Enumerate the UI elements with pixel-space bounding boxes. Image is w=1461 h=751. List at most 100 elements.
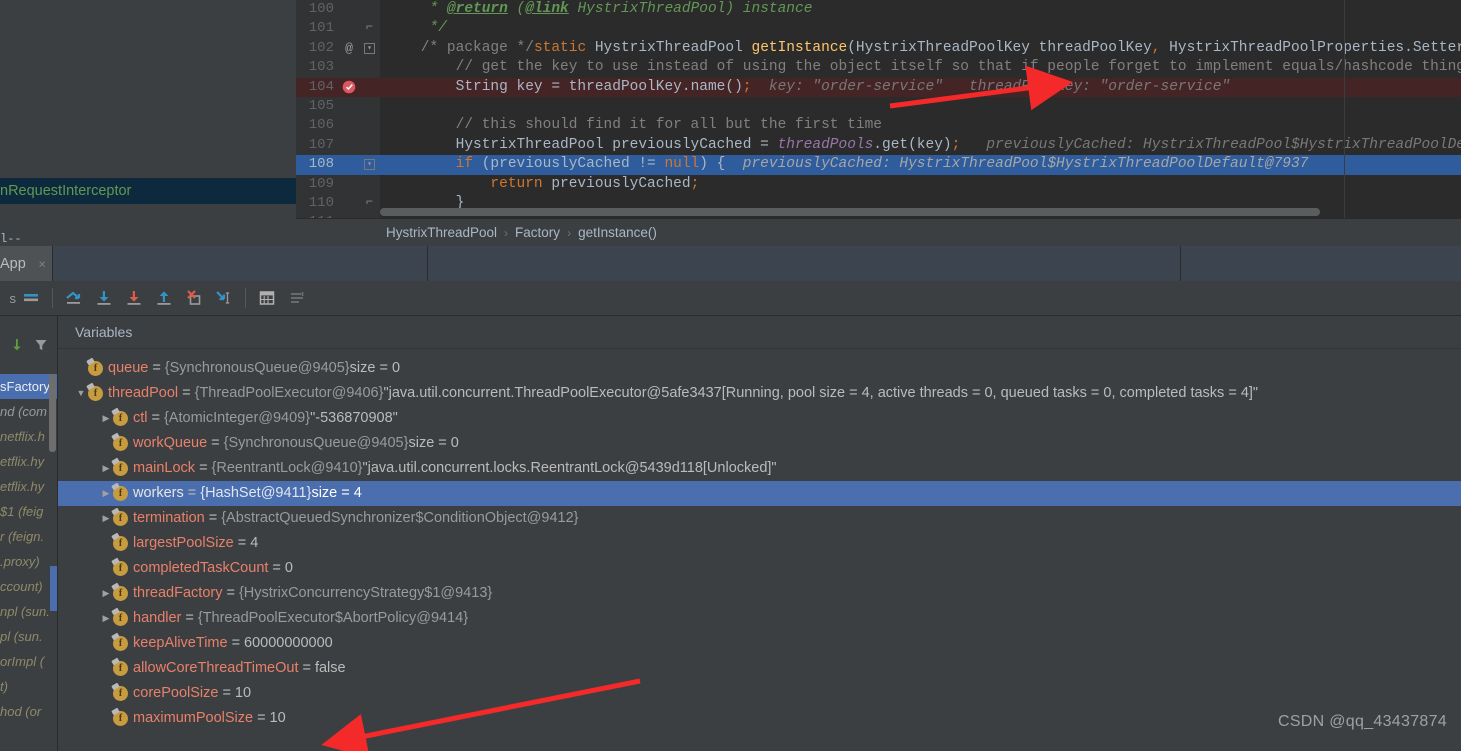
variable-row[interactable]: ▶ f mainLock = {ReentrantLock@9410} "java.ut… — [58, 456, 1461, 481]
frame-item[interactable]: .proxy) — [0, 549, 57, 574]
close-icon[interactable]: × — [38, 256, 46, 271]
frame-item[interactable]: npl (sun. — [0, 599, 57, 624]
variable-row[interactable]: ▶ f handler = {ThreadPoolExecutor$AbortPolic… — [58, 606, 1461, 631]
variable-row[interactable]: f keepAliveTime = 60000000000 — [58, 631, 1461, 656]
variable-row[interactable]: f completedTaskCount = 0 — [58, 556, 1461, 581]
field-icon: f — [88, 386, 103, 401]
variables-tree[interactable]: ▶fproperties={HystrixPropertiesThreadPoo… — [58, 349, 1461, 751]
variable-value: false — [314, 660, 346, 676]
fold-collapse-icon[interactable]: ▾ — [364, 159, 375, 171]
field-icon: f — [113, 411, 128, 426]
frame-item[interactable]: orImpl ( — [0, 649, 57, 674]
variable-type: {HystrixConcurrencyStrategy$1@9413} — [238, 585, 493, 601]
filter-icon[interactable] — [33, 337, 49, 353]
tab-app[interactable]: App × — [0, 246, 52, 281]
code-line[interactable]: 105 — [296, 97, 1461, 116]
variable-name: keepAliveTime — [133, 635, 228, 651]
annotation-marker-icon[interactable]: @ — [340, 40, 358, 58]
variable-equals: = — [208, 510, 218, 526]
variable-type: {SynchronousQueue@9405} — [164, 360, 350, 376]
field-icon: f — [113, 561, 128, 576]
variable-row[interactable]: f queue = {SynchronousQueue@9405} size = 0 — [58, 356, 1461, 381]
frame-item[interactable]: etflix.hy — [0, 449, 57, 474]
variable-name: handler — [133, 610, 182, 626]
code-editor[interactable]: 100 * @return (@link HystrixThreadPool) … — [296, 0, 1461, 218]
frame-item[interactable]: ccount) — [0, 574, 57, 599]
tabs-segment-wide — [427, 246, 1180, 281]
field-icon: f — [113, 536, 128, 551]
toolbar-separator-2 — [245, 288, 246, 308]
breadcrumb-item[interactable]: HystrixThreadPool — [386, 225, 497, 240]
frames-scrollbar[interactable] — [49, 374, 56, 452]
variable-equals: = — [231, 635, 241, 651]
code-line[interactable]: 102 @ ▾ /* package */static HystrixThreadP… — [296, 39, 1461, 58]
variable-name: threadPool — [108, 385, 179, 401]
mute-breakpoints-icon[interactable] — [16, 283, 46, 313]
breadcrumb-separator: › — [567, 225, 572, 240]
drop-frame-icon[interactable] — [179, 283, 209, 313]
variable-row[interactable]: f workQueue = {SynchronousQueue@9405} size … — [58, 431, 1461, 456]
frame-item[interactable]: t) — [0, 674, 57, 699]
field-icon: f — [113, 611, 128, 626]
variable-row[interactable]: f maximumPoolSize = 10 — [58, 706, 1461, 731]
code-line[interactable]: 109 return previouslyCached; — [296, 175, 1461, 194]
frame-item[interactable]: r (feign. — [0, 524, 57, 549]
breadcrumb-item[interactable]: Factory — [515, 225, 560, 240]
line-number: 108 — [308, 156, 334, 173]
step-over-icon[interactable] — [89, 283, 119, 313]
breadcrumb[interactable]: HystrixThreadPool › Factory › getInstance() — [296, 218, 1461, 246]
field-icon: f — [88, 361, 103, 376]
variable-row[interactable]: f corePoolSize = 10 — [58, 681, 1461, 706]
selected-class-label: nRequestInterceptor — [0, 183, 132, 199]
variable-row[interactable]: ▶ f workers = {HashSet@9411} size = 4 — [58, 481, 1461, 506]
variable-row[interactable]: ▶ f termination = {AbstractQueuedSynchronize… — [58, 506, 1461, 531]
step-out-icon[interactable] — [149, 283, 179, 313]
variable-name: allowCoreThreadTimeOut — [133, 660, 299, 676]
sort-arrow-icon[interactable] — [9, 337, 25, 353]
settings-icon[interactable] — [282, 283, 312, 313]
line-number: 102 — [308, 39, 334, 56]
variable-value: "java.util.concurrent.locks.ReentrantLoc… — [362, 460, 777, 476]
evaluate-expression-icon[interactable] — [252, 283, 282, 313]
breakpoint-icon[interactable] — [340, 79, 358, 97]
field-icon: f — [113, 486, 128, 501]
fold-marker-icon[interactable]: ⌐ — [364, 196, 375, 209]
code-line[interactable]: 107 HystrixThreadPool previouslyCached =… — [296, 136, 1461, 155]
frame-item[interactable]: etflix.hy — [0, 474, 57, 499]
variable-type: {ThreadPoolExecutor@9406} — [194, 385, 384, 401]
fold-marker-icon[interactable]: ⌐ — [364, 21, 375, 34]
code-line[interactable]: 106 // this should find it for all but t… — [296, 116, 1461, 135]
variable-equals: = — [152, 360, 161, 376]
code-text: // this should find it for all but the f… — [386, 117, 882, 134]
variable-row[interactable]: ▼ f threadPool = {ThreadPoolExecutor@9406} "… — [58, 381, 1461, 406]
debugger-toolbar: s — [0, 281, 1461, 316]
code-line[interactable]: 104 String key = threadPoolKey.name(); k… — [296, 77, 1461, 97]
code-line[interactable]: 103 // get the key to use instead of usi… — [296, 58, 1461, 77]
show-execution-point-icon[interactable] — [59, 283, 89, 313]
variable-type: {ReentrantLock@9410} — [211, 460, 363, 476]
editor-horizontal-scrollbar[interactable] — [380, 208, 1320, 216]
code-line[interactable]: 108 ▾ if (previouslyCached != null) { pre… — [296, 155, 1461, 175]
variable-row[interactable]: f largestPoolSize = 4 — [58, 531, 1461, 556]
step-into-icon[interactable] — [119, 283, 149, 313]
frame-item[interactable]: hod (or — [0, 699, 57, 724]
code-line[interactable]: 101 ⌐ */ — [296, 19, 1461, 38]
frame-item[interactable]: $1 (feig — [0, 499, 57, 524]
frame-item[interactable]: pl (sun. — [0, 624, 57, 649]
variable-row[interactable]: f allowCoreThreadTimeOut = false — [58, 656, 1461, 681]
variable-row[interactable]: ▶ f threadFactory = {HystrixConcurrencyStrat… — [58, 581, 1461, 606]
variable-type: {SynchronousQueue@9405} — [223, 435, 409, 451]
breadcrumb-item[interactable]: getInstance() — [578, 225, 657, 240]
field-icon: f — [113, 461, 128, 476]
variable-row[interactable]: ▶ f ctl = {AtomicInteger@9409} "-536870908" — [58, 406, 1461, 431]
selected-class-strip[interactable]: nRequestInterceptor — [0, 178, 296, 204]
variable-equals: = — [237, 535, 247, 551]
code-line[interactable]: 100 * @return (@link HystrixThreadPool) … — [296, 0, 1461, 19]
left-text-fragment: l-- — [0, 232, 22, 246]
variable-name: workQueue — [133, 435, 208, 451]
variables-rows: ▶fproperties={HystrixPropertiesThreadPoo… — [58, 349, 1461, 731]
variable-name: termination — [133, 510, 205, 526]
variable-type: {HashSet@9411} — [200, 485, 312, 501]
run-to-cursor-icon[interactable] — [209, 283, 239, 313]
fold-collapse-icon[interactable]: ▾ — [364, 42, 375, 54]
